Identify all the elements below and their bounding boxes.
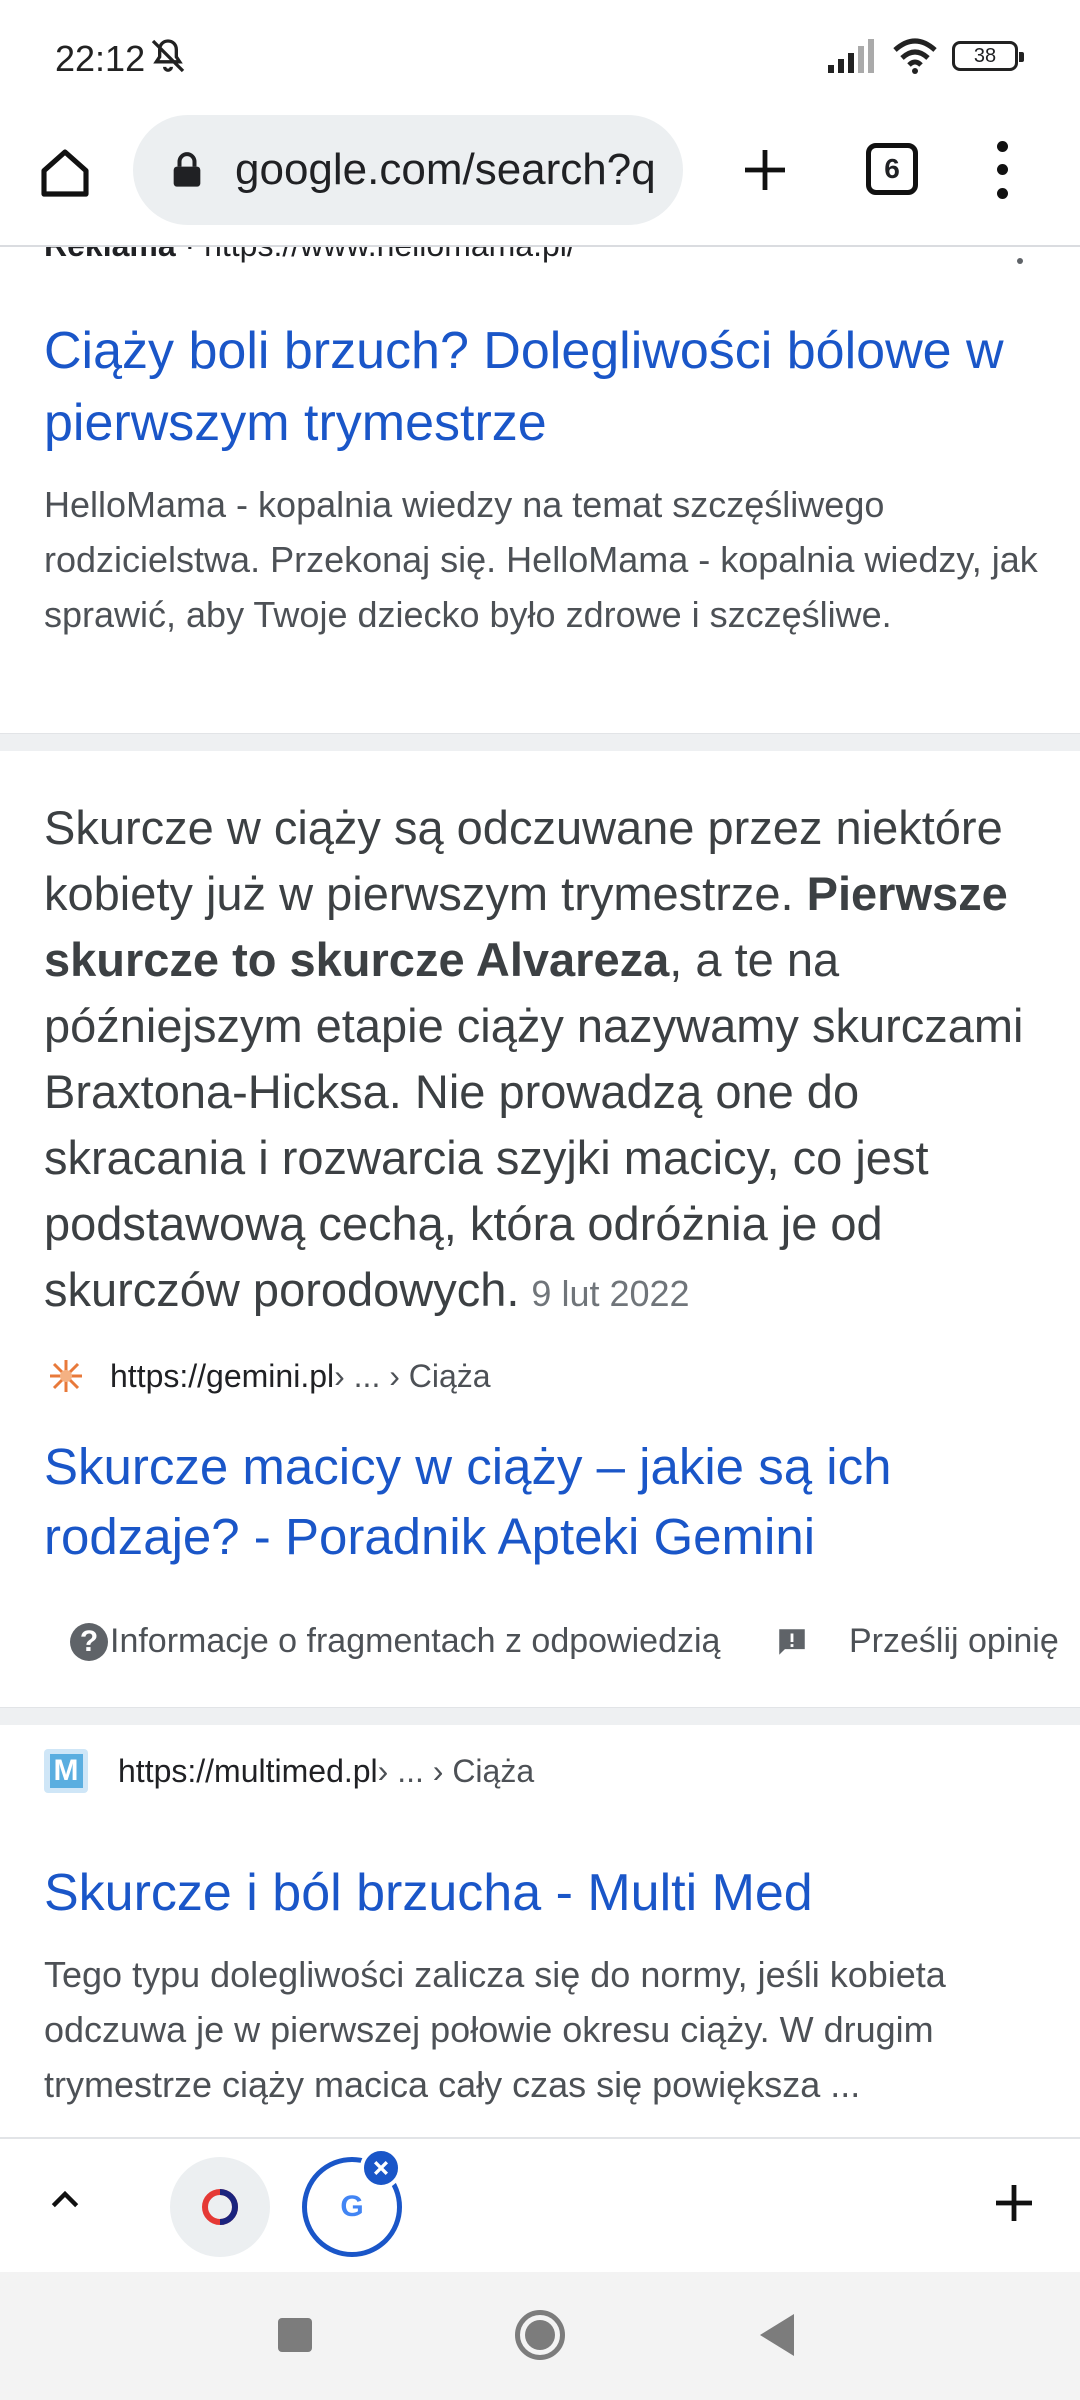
lock-icon <box>173 152 201 187</box>
featured-text-after: , a te na późniejszym etapie ciąży nazyw… <box>44 933 1024 1316</box>
signal-icon <box>828 39 874 73</box>
tab-count: 6 <box>884 153 900 184</box>
section-divider <box>0 733 1080 751</box>
feedback-icon <box>779 1628 805 1655</box>
featured-title-link[interactable]: Skurcze macicy w ciąży – jakie są ich ro… <box>44 1432 1044 1572</box>
new-tab-button[interactable] <box>730 135 800 205</box>
search-results[interactable]: Reklama · https://www.hellomama.pl/ Ciąż… <box>0 247 1080 2137</box>
notifications-muted-icon <box>151 39 185 73</box>
chevron-up-icon[interactable] <box>45 2179 85 2219</box>
plus-icon <box>745 150 785 190</box>
result2-snippet: Tego typu dolegliwości zalicza się do no… <box>44 1954 946 2105</box>
menu-dot-icon <box>996 141 1008 153</box>
tab-switcher-button[interactable]: 6 <box>866 143 918 195</box>
battery-level: 38 <box>973 44 997 67</box>
result2-source[interactable]: M https://multimed.pl › ... › Ciąża <box>44 1749 534 1793</box>
ad-label: Reklama <box>44 247 176 263</box>
recents-button[interactable] <box>278 2318 312 2352</box>
gemini-favicon <box>44 1354 88 1398</box>
system-nav-bar <box>0 2272 1080 2400</box>
about-snippets-label: Informacje o fragmentach z odpowiedzią <box>110 1622 721 1660</box>
about-snippets-link[interactable]: ? Informacje o fragmentach z odpowiedzią <box>70 1622 720 1661</box>
google-g-icon: G <box>340 2190 364 2223</box>
home-icon <box>41 149 89 197</box>
close-tab-button[interactable] <box>360 2147 402 2189</box>
url-text: google.com/search?q <box>235 145 656 194</box>
home-button[interactable] <box>30 138 100 208</box>
result2-title-link[interactable]: Skurcze i ból brzucha - Multi Med <box>44 1857 1044 1929</box>
result2-source-url: https://multimed.pl <box>118 1752 378 1789</box>
close-icon <box>373 2160 389 2176</box>
feedback-label: Prześlij opinię <box>849 1622 1059 1660</box>
tab-strip: G <box>0 2137 1080 2272</box>
status-bar: 22:12 38 <box>0 0 1080 110</box>
ad-url[interactable]: https://www.hellomama.pl/ <box>204 247 576 263</box>
ad-snippet: HelloMama - kopalnia wiedzy na temat szc… <box>44 484 1038 635</box>
wifi-icon <box>893 38 937 74</box>
section-divider <box>0 1707 1080 1725</box>
help-icon: ? <box>70 1622 108 1661</box>
featured-source-url: https://gemini.pl <box>110 1357 335 1394</box>
tab-thumbnail[interactable] <box>170 2157 270 2257</box>
menu-dot-icon <box>996 164 1008 176</box>
browser-toolbar: google.com/search?q 6 <box>0 110 1080 245</box>
ad-header: Reklama · https://www.hellomama.pl/ <box>44 247 576 264</box>
add-tab-icon[interactable] <box>990 2179 1038 2227</box>
status-time: 22:12 <box>55 38 146 79</box>
home-nav-button[interactable] <box>515 2310 565 2360</box>
featured-date: 9 lut 2022 <box>531 1273 690 1314</box>
featured-snippet: Skurcze w ciąży są odczuwane przez niekt… <box>44 795 1044 1327</box>
result2-source-crumb: › ... › Ciąża <box>377 1752 535 1789</box>
featured-source[interactable]: https://gemini.pl › ... › Ciąża <box>44 1354 491 1398</box>
featured-source-crumb: › ... › Ciąża <box>334 1357 491 1394</box>
address-bar[interactable]: google.com/search?q <box>133 115 683 225</box>
menu-button[interactable] <box>982 135 1022 205</box>
site-favicon-icon <box>202 2189 238 2225</box>
more-options-icon[interactable] <box>1015 247 1025 267</box>
battery-indicator: 38 <box>952 41 1024 71</box>
ad-title-link[interactable]: Ciąży boli brzuch? Dolegliwości bólowe w… <box>44 315 1044 459</box>
back-button[interactable] <box>760 2314 794 2356</box>
menu-dot-icon <box>996 187 1008 199</box>
multimed-favicon-letter: M <box>49 1754 83 1788</box>
multimed-favicon: M <box>44 1749 88 1793</box>
feedback-link[interactable]: Prześlij opinię <box>775 1622 1059 1661</box>
